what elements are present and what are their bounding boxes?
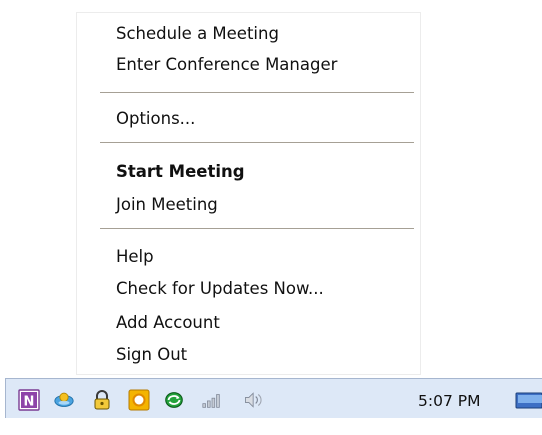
system-tray: N 5:07 PM [5,378,542,418]
tray-context-menu: Schedule a Meeting Enter Conference Mana… [76,12,421,375]
speaker-icon[interactable] [243,388,265,412]
svg-text:N: N [24,395,35,410]
menu-item-help[interactable]: Help [116,245,154,269]
menu-separator [100,142,414,144]
menu-item-add-account[interactable]: Add Account [116,311,220,335]
menu-item-start-meeting[interactable]: Start Meeting [116,160,245,184]
taskbar-clock[interactable]: 5:07 PM [418,389,480,413]
menu-separator [100,228,414,230]
menu-separator [100,92,414,94]
menu-item-sign-out[interactable]: Sign Out [116,343,187,367]
show-desktop-icon[interactable] [514,388,542,412]
outlook-icon[interactable] [128,388,150,412]
menu-item-schedule-meeting[interactable]: Schedule a Meeting [116,22,279,46]
meeting-app-icon[interactable] [53,388,75,412]
lock-icon[interactable] [91,388,113,412]
menu-item-join-meeting[interactable]: Join Meeting [116,193,218,217]
green-sync-icon[interactable] [163,388,185,412]
menu-item-check-for-updates[interactable]: Check for Updates Now... [116,277,324,301]
onenote-icon[interactable]: N [18,388,40,412]
network-signal-icon[interactable] [201,388,223,412]
taskbar: N 5:07 PM [0,375,542,435]
menu-item-options[interactable]: Options... [116,107,195,131]
menu-item-enter-conference-manager[interactable]: Enter Conference Manager [116,53,337,77]
